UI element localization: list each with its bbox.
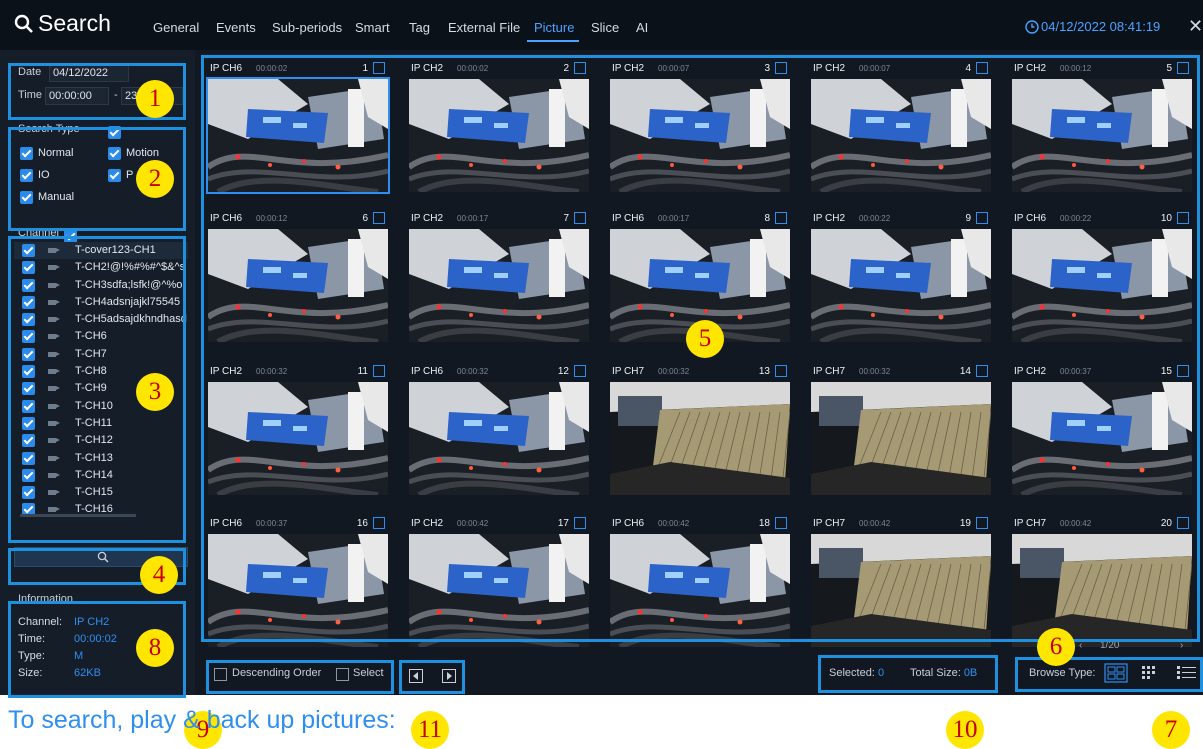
datetime-display: 04/12/2022 08:41:19 bbox=[1025, 19, 1160, 34]
datetime-text: 04/12/2022 08:41:19 bbox=[1041, 19, 1161, 34]
clock-icon bbox=[1025, 20, 1039, 34]
badge-3: 3 bbox=[136, 373, 174, 411]
badge-7: 7 bbox=[1152, 711, 1190, 749]
tab-ai[interactable]: AI bbox=[636, 20, 648, 35]
tab-picture[interactable]: Picture bbox=[534, 20, 574, 35]
tab-external-file[interactable]: External File bbox=[448, 20, 520, 35]
search-screen: Search General Events Sub-periods Smart … bbox=[0, 0, 1203, 749]
anno-frame-11 bbox=[399, 660, 465, 694]
badge-10: 10 bbox=[946, 711, 984, 749]
anno-frame-9 bbox=[206, 660, 394, 694]
search-icon bbox=[14, 14, 33, 33]
tab-general[interactable]: General bbox=[153, 20, 199, 35]
app-title-text: Search bbox=[38, 10, 111, 36]
tab-events[interactable]: Events bbox=[216, 20, 256, 35]
anno-frame-7 bbox=[1015, 657, 1203, 692]
caption-heading: To search, play & back up pictures: bbox=[8, 706, 396, 734]
badge-8: 8 bbox=[136, 629, 174, 667]
tab-slice[interactable]: Slice bbox=[591, 20, 619, 35]
badge-5: 5 bbox=[686, 320, 724, 358]
badge-6: 6 bbox=[1037, 628, 1075, 666]
badge-1: 1 bbox=[136, 80, 174, 118]
top-bar: Search General Events Sub-periods Smart … bbox=[0, 0, 1203, 50]
badge-2: 2 bbox=[136, 160, 174, 198]
anno-frame-10 bbox=[818, 655, 998, 693]
active-tab-indicator bbox=[527, 40, 579, 42]
badge-4: 4 bbox=[140, 556, 178, 594]
tab-tag[interactable]: Tag bbox=[409, 20, 430, 35]
tab-sub-periods[interactable]: Sub-periods bbox=[272, 20, 342, 35]
badge-11: 11 bbox=[411, 711, 449, 749]
close-icon[interactable]: ✕ bbox=[1188, 16, 1203, 37]
tab-smart[interactable]: Smart bbox=[355, 20, 390, 35]
app-title: Search bbox=[14, 10, 111, 37]
